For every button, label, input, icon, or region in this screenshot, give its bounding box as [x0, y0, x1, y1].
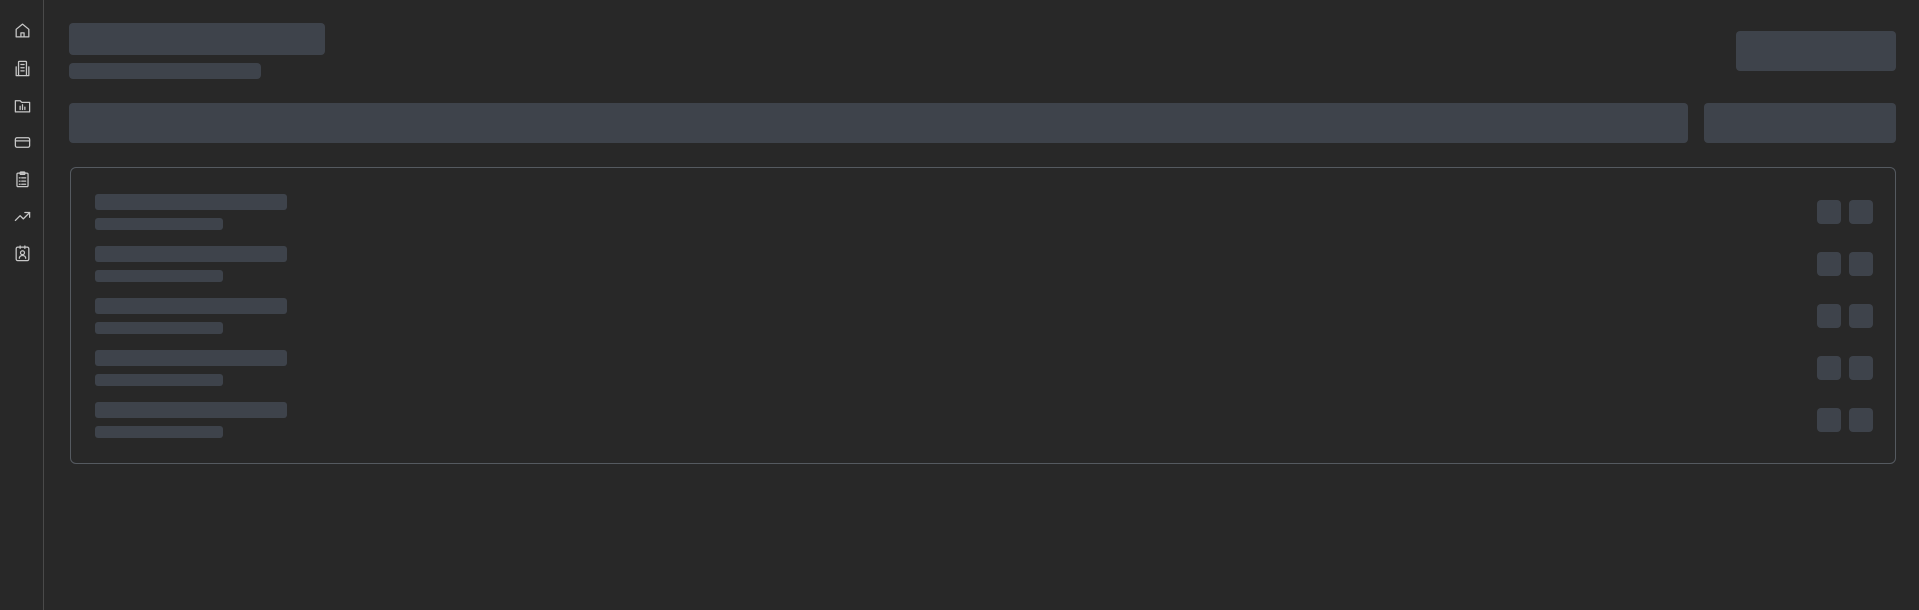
sidebar-nav: [0, 0, 44, 610]
list-item-subtitle-skeleton: [95, 218, 223, 230]
list-item-subtitle-skeleton: [95, 374, 223, 386]
list-item-subtitle-skeleton: [95, 322, 223, 334]
page-subtitle-skeleton: [69, 63, 261, 79]
list-item-subtitle-skeleton: [95, 270, 223, 282]
clipboard-list-icon: [15, 170, 29, 187]
list-item-subtitle-skeleton: [95, 426, 223, 438]
list-item-action-skeleton: [1849, 252, 1873, 276]
list-item-action-skeleton: [1817, 252, 1841, 276]
sidebar-item-building[interactable]: [9, 55, 35, 81]
home-icon: [15, 23, 29, 37]
sidebar-item-home[interactable]: [9, 17, 35, 43]
sidebar-item-card[interactable]: [9, 129, 35, 155]
contact-badge-icon: [15, 244, 29, 261]
primary-action-button-skeleton: [1736, 31, 1896, 71]
list-item-action-skeleton: [1817, 356, 1841, 380]
trending-up-icon: [14, 211, 30, 221]
list-item-title-skeleton: [95, 350, 287, 366]
folder-chart-icon: [14, 99, 30, 112]
list-item-title-skeleton: [95, 402, 287, 418]
list-item-action-skeleton: [1849, 304, 1873, 328]
list-item-action-skeleton: [1849, 200, 1873, 224]
list-item-title-skeleton: [95, 298, 287, 314]
list-item-action-skeleton: [1817, 408, 1841, 432]
search-input-skeleton: [69, 103, 1688, 143]
list-item-title-skeleton: [95, 194, 287, 210]
sidebar-item-clipboard[interactable]: [9, 166, 35, 192]
list-card: [70, 167, 1896, 464]
list-item-action-skeleton: [1817, 304, 1841, 328]
list-item-title-skeleton: [95, 246, 287, 262]
sidebar-item-trends[interactable]: [9, 203, 35, 229]
list-item-action-skeleton: [1817, 200, 1841, 224]
app-shell: [0, 0, 1919, 610]
credit-card-icon: [14, 136, 30, 148]
sidebar-item-contacts[interactable]: [9, 240, 35, 266]
list-item-action-skeleton: [1849, 356, 1873, 380]
sidebar-item-folder[interactable]: [9, 92, 35, 118]
page-title-skeleton: [69, 23, 325, 55]
building-icon: [15, 60, 29, 76]
list-item-action-skeleton: [1849, 408, 1873, 432]
filter-button-skeleton: [1704, 103, 1896, 143]
